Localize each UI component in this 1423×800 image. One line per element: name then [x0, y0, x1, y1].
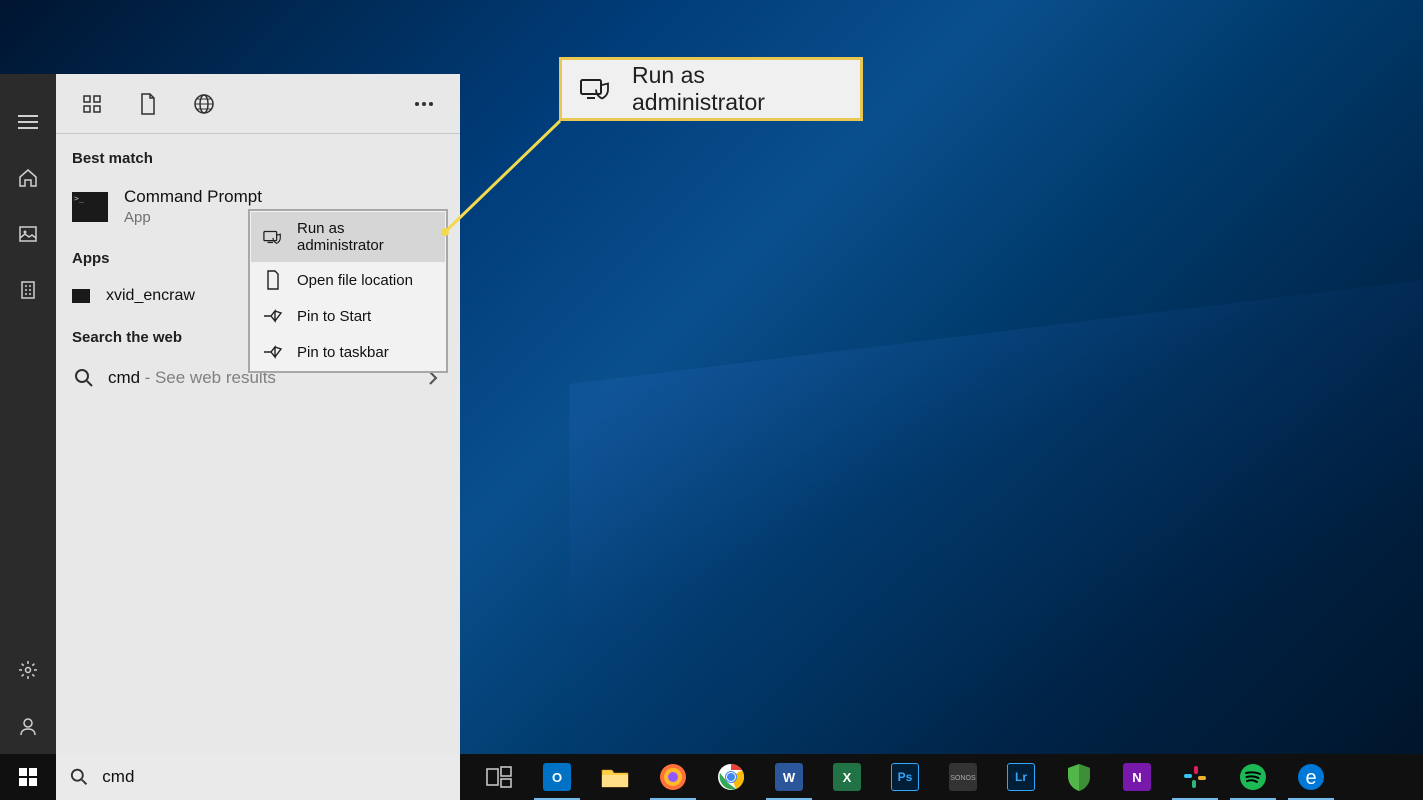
taskbar: O WXPs SONOS Lr Ne: [0, 754, 1423, 800]
taskbar-app-firefox[interactable]: [644, 754, 702, 800]
settings-icon[interactable]: [0, 642, 56, 698]
ctx-run-as-admin[interactable]: Run as administrator: [251, 212, 445, 262]
ctx-label: Pin to taskbar: [297, 344, 389, 361]
search-icon: [70, 767, 88, 787]
svg-text:e: e: [1305, 767, 1316, 789]
ctx-label: Run as administrator: [297, 220, 433, 254]
app-name: xvid_encraw: [106, 287, 195, 305]
web-query: cmd: [108, 368, 140, 387]
taskbar-app-sonos[interactable]: SONOS: [934, 754, 992, 800]
more-icon[interactable]: [396, 76, 452, 132]
filter-documents-icon[interactable]: [120, 76, 176, 132]
admin-shield-icon: [263, 227, 283, 247]
taskbar-search[interactable]: [56, 754, 460, 800]
taskbar-app-excel[interactable]: X: [818, 754, 876, 800]
context-menu: Run as administrator Open file location …: [248, 209, 448, 373]
svg-text:SONOS: SONOS: [950, 775, 976, 782]
taskbar-app-security[interactable]: [1050, 754, 1108, 800]
taskbar-app-word[interactable]: W: [760, 754, 818, 800]
photos-icon[interactable]: [0, 206, 56, 262]
ctx-open-location[interactable]: Open file location: [251, 262, 445, 298]
result-subtitle: App: [124, 209, 262, 226]
taskbar-app-chrome[interactable]: [702, 754, 760, 800]
pin-icon: [263, 306, 283, 326]
ctx-pin-start[interactable]: Pin to Start: [251, 298, 445, 334]
ctx-label: Pin to Start: [297, 308, 371, 325]
search-icon: [74, 368, 94, 388]
taskbar-app-edge[interactable]: e: [1282, 754, 1340, 800]
taskbar-app-file-explorer[interactable]: [586, 754, 644, 800]
filter-web-icon[interactable]: [176, 76, 232, 132]
annotation-callout: Run as administrator: [559, 57, 863, 121]
hamburger-icon[interactable]: [0, 94, 56, 150]
start-search-panel: Best match Command Prompt App Apps xvid_…: [56, 74, 460, 754]
start-button[interactable]: [0, 754, 56, 800]
taskbar-app-onenote[interactable]: N: [1108, 754, 1166, 800]
filter-apps-icon[interactable]: [64, 76, 120, 132]
taskbar-app-spotify[interactable]: [1224, 754, 1282, 800]
home-icon[interactable]: [0, 150, 56, 206]
result-title: Command Prompt: [124, 187, 262, 207]
search-input[interactable]: [102, 767, 446, 787]
ctx-pin-taskbar[interactable]: Pin to taskbar: [251, 334, 445, 370]
taskbar-app-slack[interactable]: [1166, 754, 1224, 800]
taskbar-app-outlook[interactable]: O: [528, 754, 586, 800]
cmd-icon: [72, 192, 108, 222]
admin-shield-icon: [580, 76, 612, 102]
building-icon[interactable]: [0, 262, 56, 318]
search-filter-row: [56, 74, 460, 134]
taskbar-apps: O WXPs SONOS Lr Ne: [470, 754, 1340, 800]
taskbar-app-task-view[interactable]: [470, 754, 528, 800]
file-location-icon: [263, 270, 283, 290]
app-icon: [72, 289, 90, 303]
account-icon[interactable]: [0, 698, 56, 754]
taskbar-app-lightroom[interactable]: Lr: [992, 754, 1050, 800]
ctx-label: Open file location: [297, 272, 413, 289]
best-match-header: Best match: [56, 134, 460, 179]
start-menu-rail: [0, 74, 56, 754]
pin-icon: [263, 342, 283, 362]
taskbar-app-photoshop[interactable]: Ps: [876, 754, 934, 800]
callout-label: Run as administrator: [632, 62, 842, 116]
